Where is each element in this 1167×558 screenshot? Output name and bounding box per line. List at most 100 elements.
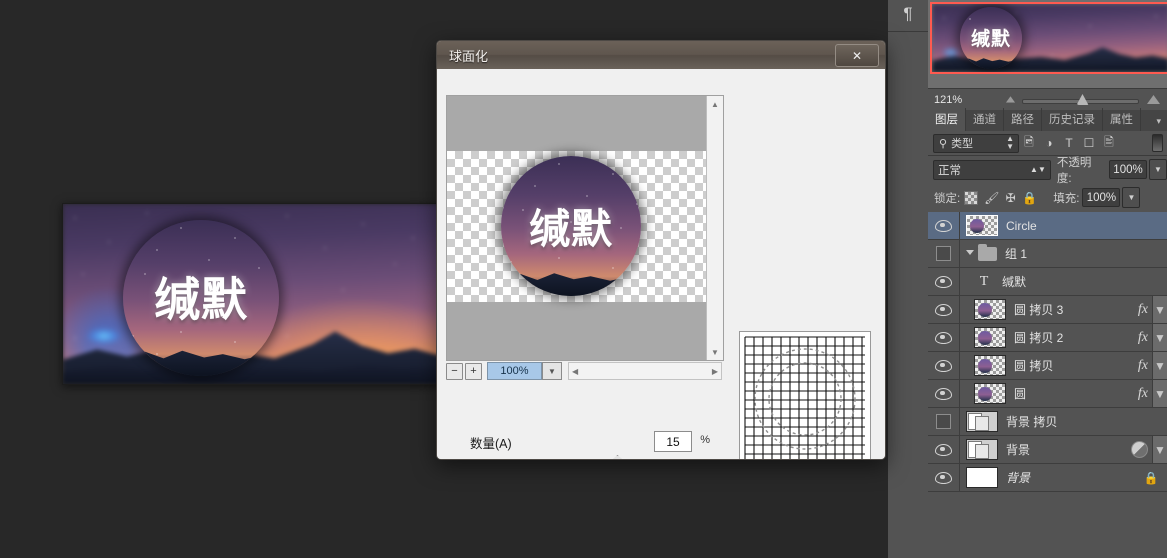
eye-icon[interactable] (935, 331, 952, 344)
layer-row-circle-copy[interactable]: 圆 拷贝 fx ▼ (928, 352, 1167, 380)
shape-filter-icon[interactable]: ☐ (1079, 136, 1099, 150)
slider-thumb[interactable] (610, 455, 625, 459)
collapsed-panel-strip[interactable]: ¶ (888, 0, 929, 558)
layer-row-circle-copy-3[interactable]: 圆 拷贝 3 fx ▼ (928, 296, 1167, 324)
layer-row-background-locked[interactable]: 背景 🔒 (928, 464, 1167, 492)
layer-list[interactable]: Circle 组 1 T 缄默 圆 拷贝 3 fx ▼ 圆 拷贝 2 fx ▼ … (928, 212, 1167, 492)
eye-icon[interactable] (935, 387, 952, 400)
layer-row-background[interactable]: 背景 ▼ (928, 436, 1167, 464)
layer-effects[interactable]: fx ▼ (1138, 380, 1167, 407)
layer-name[interactable]: 圆 拷贝 3 (1014, 301, 1063, 318)
lock-image-brush-icon[interactable]: 🖌 (982, 191, 1001, 205)
filter-kind-select[interactable]: ⚲ 类型 ▲ ▼ (933, 133, 1019, 153)
scroll-right-icon[interactable]: ▶ (712, 367, 718, 376)
slider-track[interactable] (446, 459, 722, 460)
visibility-toggle[interactable] (928, 408, 960, 435)
visibility-toggle[interactable] (928, 268, 960, 295)
visibility-toggle[interactable] (928, 240, 960, 267)
layer-row-background-copy[interactable]: 背景 拷贝 (928, 408, 1167, 436)
tab-channels[interactable]: 通道 (966, 108, 1004, 131)
preview-vertical-scrollbar[interactable]: ▲ ▼ (706, 96, 723, 360)
opacity-value[interactable]: 100% (1109, 160, 1148, 179)
tab-paths[interactable]: 路径 (1004, 108, 1042, 131)
adjustment-filter-icon[interactable]: ◑ (1039, 136, 1059, 150)
dialog-preview[interactable]: 缄默 ▲ ▼ (446, 95, 724, 361)
tab-layers[interactable]: 图层 (928, 108, 966, 131)
navigator-panel[interactable]: 缄默 (928, 0, 1167, 88)
tab-history[interactable]: 历史记录 (1042, 108, 1103, 131)
fx-icon[interactable]: fx (1138, 358, 1152, 374)
layer-name[interactable]: 圆 拷贝 (1014, 357, 1053, 374)
layer-name[interactable]: 圆 拷贝 2 (1014, 329, 1063, 346)
eye-off-icon[interactable] (936, 246, 951, 261)
lock-position-move-icon[interactable]: ✠ (1001, 191, 1020, 205)
layer-effects[interactable]: fx ▼ (1138, 324, 1167, 351)
preview-viewport[interactable]: 缄默 (447, 96, 706, 360)
lock-all-icon[interactable]: 🔒 (1020, 191, 1039, 205)
visibility-toggle[interactable] (928, 436, 960, 463)
eye-off-icon[interactable] (936, 414, 951, 429)
visibility-toggle[interactable] (928, 212, 960, 239)
visibility-toggle[interactable] (928, 464, 960, 491)
navigator-zoom-value[interactable]: 121% (928, 94, 986, 106)
navigator-thumbnail[interactable]: 缄默 (930, 2, 1167, 74)
layer-name[interactable]: 背景 (1006, 469, 1030, 486)
document-window[interactable]: 缄默 (62, 203, 442, 385)
layer-name[interactable]: 背景 (1006, 441, 1030, 458)
visibility-toggle[interactable] (928, 296, 960, 323)
spherize-dialog[interactable]: 球面化 ✕ 缄默 ▲ ▼ − + 100% ▼ ◀ ▶ 数量(A) 15 % (436, 40, 886, 460)
layer-row-circle[interactable]: 圆 fx ▼ (928, 380, 1167, 408)
paragraph-icon[interactable]: ¶ (888, 0, 928, 24)
zoom-in-mountain-icon[interactable] (1147, 95, 1160, 104)
blend-mode-row[interactable]: 正常 ▲▼ 不透明度: 100% ▼ (928, 157, 1167, 185)
visibility-toggle[interactable] (928, 352, 960, 379)
eye-icon[interactable] (935, 303, 952, 316)
smartobject-filter-icon[interactable]: 🖹 (1099, 133, 1119, 154)
fill-value[interactable]: 100% (1082, 188, 1121, 207)
chevron-down-icon[interactable]: ▼ (1152, 352, 1167, 379)
scroll-down-icon[interactable]: ▼ (707, 344, 723, 360)
layer-filter-bar[interactable]: ⚲ 类型 ▲ ▼ 🖻 ◑ T ☐ 🖹 (928, 131, 1167, 156)
filter-toggle-switch[interactable] (1152, 134, 1163, 152)
layer-name[interactable]: 组 1 (1005, 245, 1027, 262)
chevron-down-icon[interactable] (966, 249, 974, 258)
zoom-out-mountain-icon[interactable] (1005, 96, 1016, 103)
chevron-down-icon[interactable]: ▼ (1152, 324, 1167, 351)
eye-icon[interactable] (935, 275, 952, 288)
preview-zoom-bar[interactable]: − + 100% ▼ ◀ ▶ (446, 361, 722, 381)
eye-icon[interactable] (935, 443, 952, 456)
layer-adjustment-indicator[interactable]: ▼ (1131, 436, 1167, 463)
opacity-dropdown-icon[interactable]: ▼ (1149, 159, 1167, 180)
fx-icon[interactable]: fx (1138, 330, 1152, 346)
layer-name[interactable]: 缄默 (1002, 273, 1026, 290)
eye-icon[interactable] (935, 359, 952, 372)
preview-horizontal-scrollbar[interactable]: ◀ ▶ (568, 362, 722, 380)
layer-name[interactable]: 背景 拷贝 (1006, 413, 1057, 430)
preview-zoom-value[interactable]: 100% (487, 362, 542, 380)
chevron-down-icon[interactable]: ▼ (542, 362, 562, 380)
panel-menu-icon[interactable]: ▾ (1150, 112, 1167, 131)
amount-slider[interactable] (446, 455, 722, 460)
lock-row[interactable]: 锁定: 🖌 ✠ 🔒 填充: 100% ▼ (928, 184, 1167, 211)
type-filter-icon[interactable]: T (1059, 136, 1079, 150)
layer-effects[interactable]: fx ▼ (1138, 296, 1167, 323)
scroll-left-icon[interactable]: ◀ (572, 367, 578, 376)
eye-icon[interactable] (935, 219, 952, 232)
eye-icon[interactable] (935, 471, 952, 484)
close-icon[interactable]: ✕ (835, 44, 879, 67)
amount-input[interactable]: 15 (654, 431, 692, 452)
group-disclosure[interactable] (966, 243, 997, 261)
layer-row-circle[interactable]: Circle (928, 212, 1167, 240)
chevron-down-icon[interactable]: ▼ (1152, 380, 1167, 407)
blend-mode-select[interactable]: 正常 ▲▼ (933, 159, 1051, 180)
panel-tab-bar[interactable]: 图层 通道 路径 历史记录 属性 ▾ (928, 108, 1167, 131)
scroll-up-icon[interactable]: ▲ (707, 96, 723, 112)
tab-properties[interactable]: 属性 (1103, 108, 1141, 131)
pixel-filter-icon[interactable]: 🖻 (1019, 133, 1039, 154)
visibility-toggle[interactable] (928, 380, 960, 407)
lock-transparency-icon[interactable] (964, 190, 979, 205)
fx-icon[interactable]: fx (1138, 386, 1152, 402)
chevron-down-icon[interactable]: ▼ (1152, 436, 1167, 463)
zoom-in-button[interactable]: + (465, 362, 482, 380)
visibility-toggle[interactable] (928, 324, 960, 351)
